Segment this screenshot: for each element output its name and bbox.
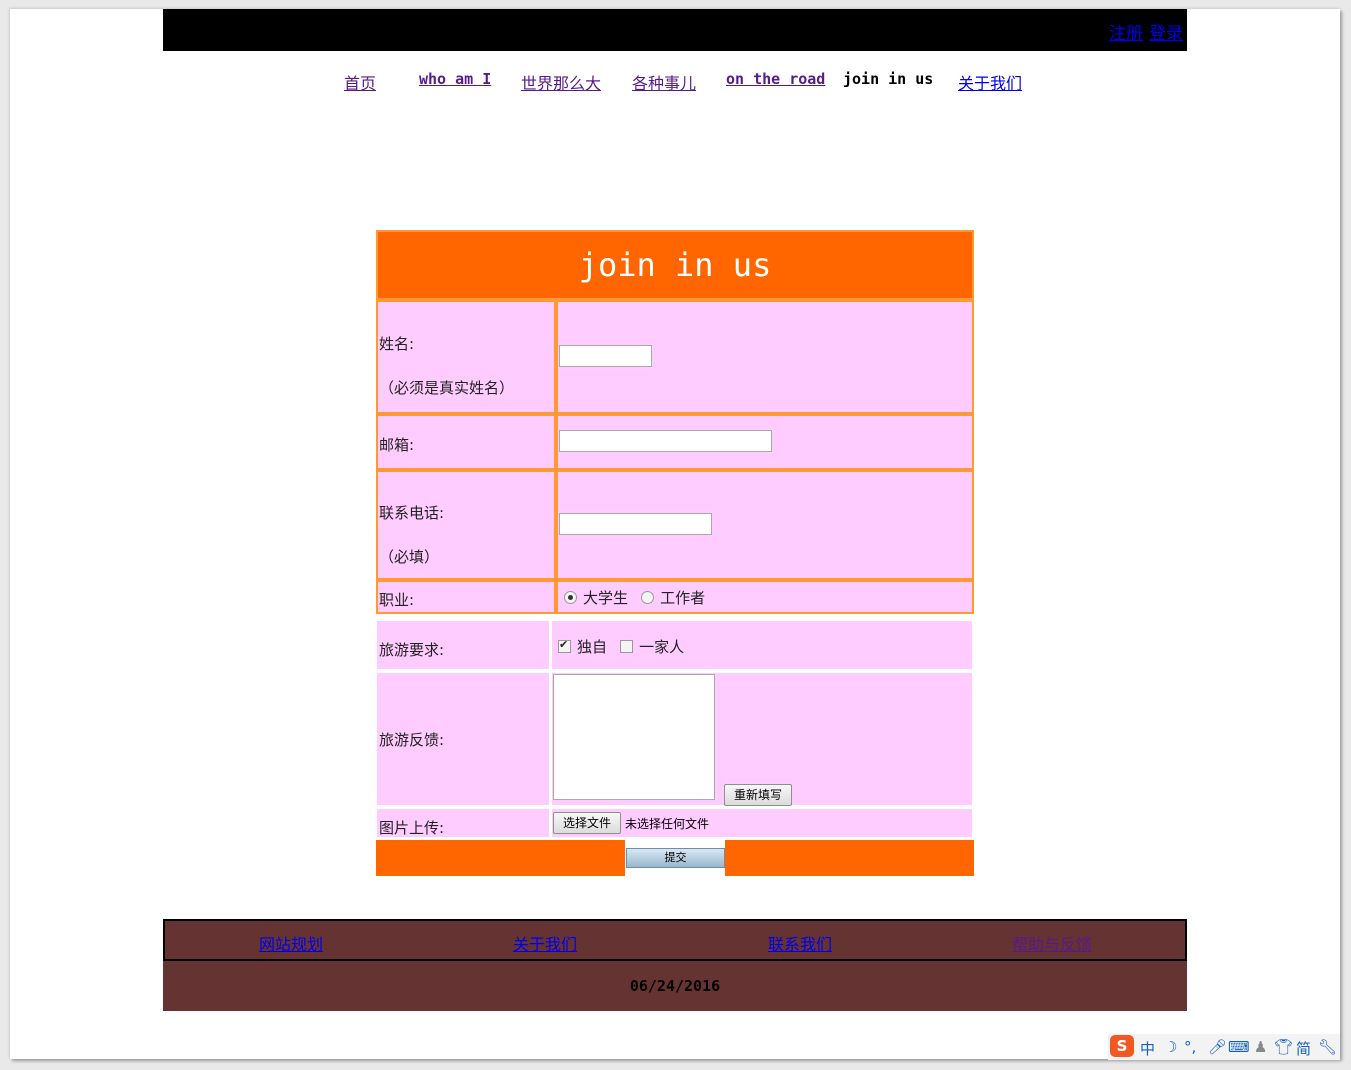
name-label: 姓名: [379, 335, 415, 353]
nav-join-in-us[interactable]: join in us [843, 70, 933, 88]
keyboard-icon[interactable]: ⌨ [1228, 1038, 1250, 1056]
shirt-icon[interactable]: 👕︎ [1274, 1038, 1293, 1056]
no-file-text: 未选择任何文件 [625, 817, 710, 831]
phone-label: 联系电话: [379, 504, 445, 522]
name-row: 姓名: （必须是真实姓名） [376, 300, 974, 414]
nav-about-us[interactable]: 关于我们 [958, 70, 1022, 94]
email-label: 邮箱: [379, 436, 415, 454]
travel-req-row: 旅游要求: 独自 一家人 [376, 620, 974, 670]
feedback-textarea[interactable] [553, 674, 715, 800]
travel-family-label: 一家人 [639, 638, 685, 656]
job-worker-label: 工作者 [660, 589, 706, 607]
wrench-icon[interactable]: 🔧︎ [1318, 1038, 1337, 1056]
footer-site-plan-link[interactable]: 网站规划 [259, 931, 323, 955]
submit-button[interactable]: 提交 [626, 848, 725, 868]
job-label: 职业: [379, 591, 415, 609]
login-link[interactable]: 登录 [1149, 24, 1183, 44]
travel-req-label: 旅游要求: [379, 641, 445, 659]
punctuation-icon[interactable]: °, [1184, 1038, 1196, 1056]
email-row: 邮箱: [376, 414, 974, 470]
footer-date: 06/24/2016 [163, 961, 1187, 1011]
job-student-label: 大学生 [583, 589, 629, 607]
sogou-logo-icon[interactable]: S [1110, 1035, 1134, 1057]
footer-help-link[interactable]: 帮助与反馈 [1012, 931, 1092, 955]
auth-links: 注册 登录 [1103, 19, 1183, 44]
feedback-row: 旅游反馈: 重新填写 [376, 672, 974, 806]
choose-file-button[interactable]: 选择文件 [553, 812, 621, 834]
job-student-radio[interactable] [564, 591, 577, 604]
phone-input[interactable] [559, 513, 712, 535]
ime-toolbar: S 中 ☽ °, 🎤︎ ⌨ ♟ 👕︎ 简 🔧︎ [1108, 1034, 1340, 1060]
nav-things[interactable]: 各种事儿 [632, 70, 696, 94]
nav-home[interactable]: 首页 [344, 70, 376, 94]
submit-row: 提交 [376, 840, 974, 876]
travel-family-checkbox[interactable] [620, 640, 634, 653]
register-link[interactable]: 注册 [1109, 24, 1143, 44]
upload-row: 图片上传: 选择文件 未选择任何文件 [376, 808, 974, 838]
feedback-label: 旅游反馈: [379, 731, 445, 749]
footer-links: 网站规划 关于我们 联系我们 帮助与反馈 [163, 919, 1187, 961]
phone-row: 联系电话: （必填） [376, 470, 974, 580]
moon-icon[interactable]: ☽ [1164, 1038, 1177, 1056]
nav-world[interactable]: 世界那么大 [521, 70, 601, 94]
ime-simplified-mode[interactable]: 简 [1296, 1038, 1311, 1059]
travel-alone-label: 独自 [577, 638, 608, 656]
job-row: 职业: 大学生 工作者 [376, 580, 974, 614]
name-input[interactable] [559, 345, 652, 367]
microphone-icon[interactable]: 🎤︎ [1208, 1038, 1227, 1056]
reset-button[interactable]: 重新填写 [724, 784, 792, 806]
job-worker-radio[interactable] [641, 591, 655, 604]
email-input[interactable] [559, 430, 772, 452]
upload-label: 图片上传: [379, 819, 445, 837]
skin-icon[interactable]: ♟ [1254, 1038, 1267, 1056]
ime-chinese-mode[interactable]: 中 [1140, 1038, 1155, 1059]
name-note: （必须是真实姓名） [379, 379, 515, 397]
footer-contact-link[interactable]: 联系我们 [768, 931, 832, 955]
nav-who-am-i[interactable]: who am I [419, 70, 491, 88]
nav-on-the-road[interactable]: on the road [726, 70, 825, 88]
top-bar: 注册 登录 [163, 9, 1187, 51]
footer-about-link[interactable]: 关于我们 [513, 931, 577, 955]
form-title: join in us [376, 230, 974, 300]
travel-alone-checkbox[interactable] [558, 638, 571, 653]
phone-note: （必填） [379, 548, 440, 566]
